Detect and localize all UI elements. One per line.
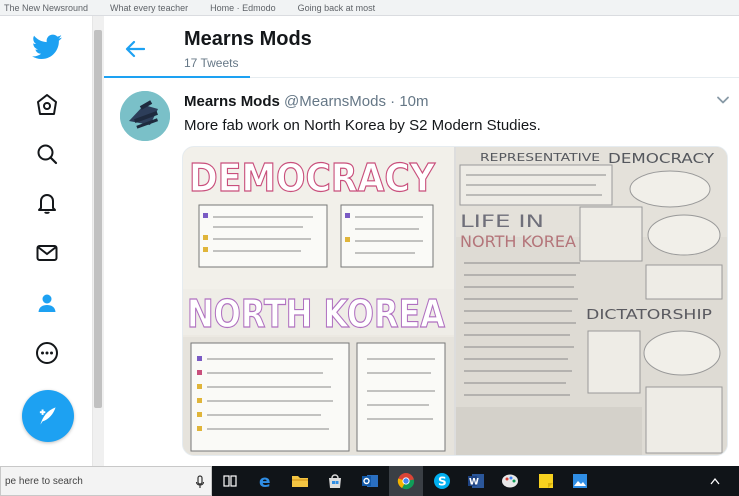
tweet-timestamp[interactable]: 10m: [399, 93, 428, 110]
taskbar-search-placeholder: pe here to search: [5, 476, 83, 487]
chevron-down-icon: [717, 96, 729, 104]
tweet-author-name[interactable]: Mearns Mods: [184, 93, 280, 110]
skype-icon[interactable]: S: [432, 471, 452, 491]
home-icon[interactable]: [30, 88, 64, 122]
taskbar: pe here to search e S W: [0, 466, 739, 496]
outlook-icon[interactable]: [360, 471, 380, 491]
task-view-icon[interactable]: [220, 471, 240, 491]
bookmark-2[interactable]: What every teacher: [110, 3, 188, 13]
poster-heading-life-in: LIFE IN: [460, 212, 544, 232]
chrome-icon[interactable]: [396, 471, 416, 491]
word-icon[interactable]: W: [466, 471, 486, 491]
poster-heading-representative: REPRESENTATIVE: [480, 151, 600, 164]
show-hidden-icons-icon[interactable]: [705, 471, 725, 491]
profile-header: Mearns Mods 17 Tweets: [104, 16, 739, 78]
tweet[interactable]: Mearns Mods @MearnsMods · 10m More fab w…: [104, 79, 739, 466]
paint-icon[interactable]: [500, 471, 520, 491]
tweet-author-handle[interactable]: @MearnsMods: [284, 93, 386, 110]
bookmark-3[interactable]: Home · Edmodo: [210, 3, 276, 13]
poster-heading-life-north-korea: NORTH KOREA: [460, 232, 576, 251]
poster-heading-democracy-right: DEMOCRACY: [608, 152, 714, 167]
sticky-notes-icon[interactable]: [536, 471, 556, 491]
avatar[interactable]: [120, 91, 170, 141]
notifications-icon[interactable]: [30, 186, 64, 220]
profile-icon[interactable]: [30, 286, 64, 320]
compose-tweet-icon: [39, 407, 56, 425]
taskbar-search-box[interactable]: pe here to search: [0, 466, 212, 496]
poster-heading-dictatorship: DICTATORSHIP: [586, 308, 712, 323]
twitter-logo-icon[interactable]: [30, 30, 64, 64]
tweet-separator: ·: [390, 93, 396, 110]
bookmark-1[interactable]: The New Newsround: [4, 3, 88, 13]
compose-tweet-button[interactable]: [22, 390, 74, 442]
file-explorer-icon[interactable]: [290, 471, 310, 491]
edge-icon[interactable]: e: [256, 471, 276, 491]
tweet-text: More fab work on North Korea by S2 Moder…: [184, 117, 541, 134]
back-button[interactable]: [120, 34, 150, 64]
photos-icon[interactable]: [570, 471, 590, 491]
back-arrow-icon: [125, 40, 145, 58]
tweet-menu-button[interactable]: [716, 93, 730, 107]
store-icon[interactable]: [325, 471, 345, 491]
bookmark-4[interactable]: Going back at most: [298, 3, 376, 13]
poster-heading-north-korea: NORTH KOREA: [187, 292, 445, 336]
media-photo-right[interactable]: REPRESENTATIVE DEMOCRACY LIFE IN NORTH K…: [456, 147, 727, 455]
svg-text:W: W: [469, 478, 479, 488]
tweet-media[interactable]: DEMOCRACY NORTH KOREA REPRESENTATIVE DEM…: [182, 146, 728, 456]
media-photo-left[interactable]: DEMOCRACY NORTH KOREA: [183, 147, 454, 455]
svg-text:S: S: [438, 475, 447, 489]
left-nav: [0, 16, 92, 466]
active-tab-indicator: [104, 76, 250, 78]
poster-heading-democracy: DEMOCRACY: [189, 156, 435, 200]
microphone-icon[interactable]: [195, 475, 205, 489]
tweet-header: Mearns Mods @MearnsMods · 10m: [184, 93, 429, 110]
explore-icon[interactable]: [30, 137, 64, 171]
more-icon[interactable]: [30, 336, 64, 370]
bookmarks-bar: The New Newsround What every teacher Hom…: [0, 0, 739, 16]
messages-icon[interactable]: [30, 236, 64, 270]
scrollbar-thumb[interactable]: [94, 30, 102, 408]
tweet-count: 17 Tweets: [184, 56, 239, 70]
svg-text:e: e: [259, 472, 271, 490]
page-title: Mearns Mods: [184, 28, 312, 50]
